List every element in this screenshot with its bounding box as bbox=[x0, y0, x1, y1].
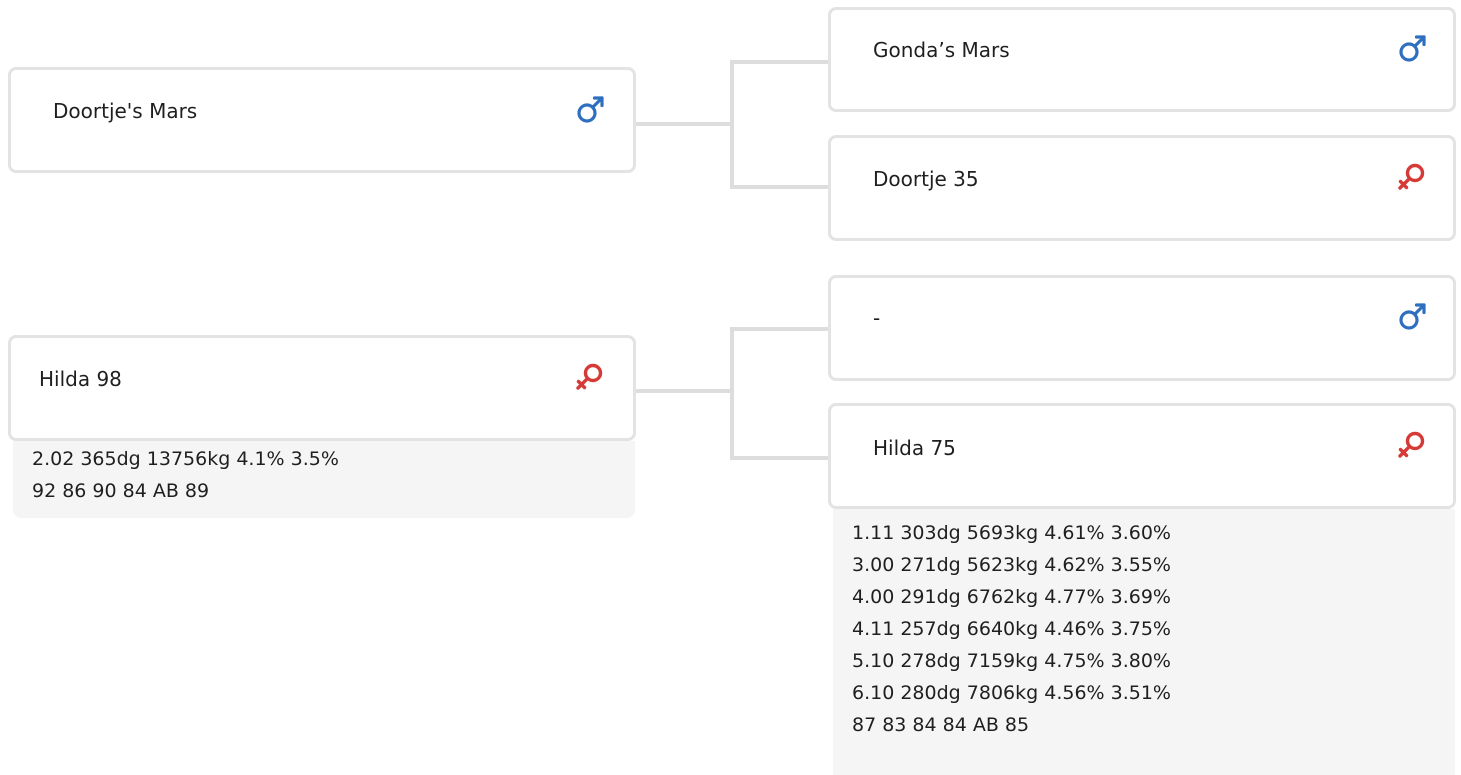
production-stats-dam: 2.02 365dg 13756kg 4.1% 3.5% 92 86 90 84… bbox=[13, 441, 635, 518]
connector-sire-horizontal bbox=[634, 122, 734, 126]
connector-dam-vertical bbox=[730, 327, 734, 460]
animal-name: Doortje's Mars bbox=[53, 99, 198, 123]
grandparent-card-dam-dam[interactable]: Hilda 75 bbox=[828, 403, 1456, 509]
female-icon bbox=[575, 362, 605, 392]
parent-card-dam[interactable]: Hilda 98 bbox=[8, 335, 636, 441]
male-icon bbox=[1397, 302, 1427, 332]
stats-line: 4.00 291dg 6762kg 4.77% 3.69% bbox=[852, 586, 1171, 608]
animal-name: Doortje 35 bbox=[873, 167, 979, 191]
female-icon bbox=[1397, 162, 1427, 192]
animal-name: Hilda 75 bbox=[873, 436, 956, 460]
animal-name: - bbox=[873, 306, 881, 330]
female-icon bbox=[1397, 430, 1427, 460]
grandparent-card-sire-sire[interactable]: Gonda’s Mars bbox=[828, 7, 1456, 112]
stats-line: 3.00 271dg 5623kg 4.62% 3.55% bbox=[852, 554, 1171, 576]
male-icon bbox=[1397, 34, 1427, 64]
parent-card-sire[interactable]: Doortje's Mars bbox=[8, 67, 636, 173]
stats-line: 92 86 90 84 AB 89 bbox=[32, 480, 210, 502]
pedigree-tree: Doortje's Mars Hilda 98 2.02 365dg 13756… bbox=[0, 0, 1461, 775]
stats-line: 1.11 303dg 5693kg 4.61% 3.60% bbox=[852, 522, 1171, 544]
stats-line: 2.02 365dg 13756kg 4.1% 3.5% bbox=[32, 448, 339, 470]
animal-name: Gonda’s Mars bbox=[873, 38, 1010, 62]
connector-dam-horizontal bbox=[634, 389, 734, 393]
stats-line: 5.10 278dg 7159kg 4.75% 3.80% bbox=[852, 650, 1171, 672]
connector-sire-top bbox=[730, 60, 830, 64]
stats-line: 6.10 280dg 7806kg 4.56% 3.51% bbox=[852, 682, 1171, 704]
connector-dam-bottom bbox=[730, 456, 830, 460]
grandparent-card-dam-sire[interactable]: - bbox=[828, 275, 1456, 381]
stats-line: 87 83 84 84 AB 85 bbox=[852, 714, 1030, 736]
stats-line: 4.11 257dg 6640kg 4.46% 3.75% bbox=[852, 618, 1171, 640]
grandparent-card-sire-dam[interactable]: Doortje 35 bbox=[828, 135, 1456, 241]
production-stats-dam-dam: 1.11 303dg 5693kg 4.61% 3.60% 3.00 271dg… bbox=[833, 509, 1455, 775]
animal-name: Hilda 98 bbox=[39, 367, 122, 391]
connector-sire-vertical bbox=[730, 60, 734, 188]
male-icon bbox=[575, 95, 605, 125]
connector-dam-top bbox=[730, 327, 830, 331]
connector-sire-bottom bbox=[730, 185, 830, 189]
